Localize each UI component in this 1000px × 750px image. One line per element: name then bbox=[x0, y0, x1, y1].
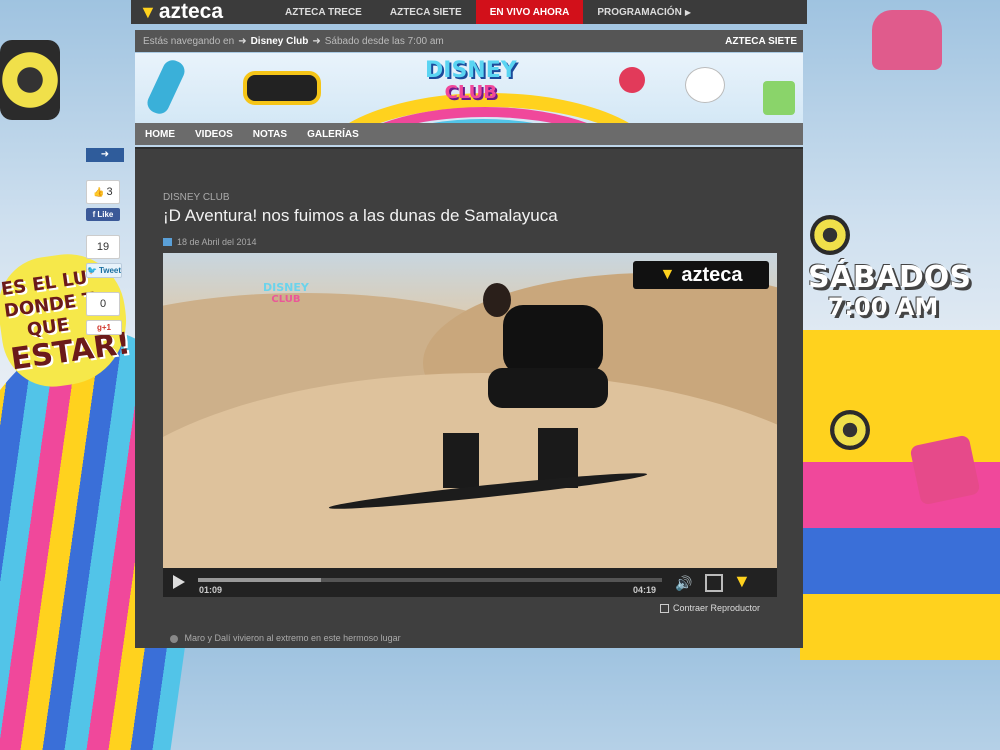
arrow-right-icon: ➜ bbox=[238, 35, 247, 47]
promo-text: 7:00 AM bbox=[827, 293, 939, 321]
speaker-icon bbox=[810, 215, 850, 255]
breadcrumb-section-link[interactable]: Disney Club bbox=[251, 36, 309, 47]
button-label: +1 bbox=[101, 323, 111, 332]
breadcrumb: Estás navegando en ➜ Disney Club ➜ Sábad… bbox=[135, 30, 803, 52]
facebook-like-button[interactable]: f Like bbox=[86, 208, 120, 221]
section-navigation: HOME VIDEOS NOTAS GALERÍAS bbox=[135, 123, 803, 145]
topnav-label: PROGRAMACIÓN bbox=[597, 6, 682, 18]
progress-fill bbox=[198, 578, 322, 582]
rider-boot bbox=[443, 433, 479, 488]
topnav-en-vivo[interactable]: EN VIVO AHORA bbox=[475, 0, 584, 24]
topnav-label: EN VIVO AHORA bbox=[489, 6, 570, 18]
watermark-text: CLUB bbox=[271, 294, 301, 305]
nav-notas[interactable]: NOTAS bbox=[243, 129, 297, 140]
radio-icon bbox=[909, 434, 981, 506]
disney-club-watermark: DISNEY CLUB bbox=[263, 281, 309, 305]
facebook-count: 👍 3 bbox=[86, 180, 120, 204]
duration: 04:19 bbox=[633, 585, 657, 595]
topnav-programacion[interactable]: PROGRAMACIÓN ▶ bbox=[583, 0, 705, 24]
twitter-count: 19 bbox=[86, 235, 120, 259]
video-frame[interactable]: ▼ azteca DISNEY CLUB bbox=[163, 253, 777, 568]
promo-text: SÁBADOS bbox=[808, 260, 971, 295]
thumbs-up-icon: 👍 bbox=[93, 186, 105, 197]
logo-text: CLUB bbox=[444, 82, 498, 103]
show-banner[interactable]: DISNEY CLUB bbox=[135, 53, 803, 123]
tweet-button[interactable]: 🐦 Tweet bbox=[86, 263, 122, 278]
google-plus-button[interactable]: g +1 bbox=[86, 320, 122, 335]
caption-text: Maro y Dalí vivieron al extremo en este … bbox=[184, 633, 401, 643]
twitter-share: 19 🐦 Tweet bbox=[86, 235, 122, 278]
roller-skate-icon bbox=[872, 10, 942, 70]
topnav-label: AZTECA TRECE bbox=[285, 6, 362, 18]
info-icon bbox=[170, 634, 178, 643]
caret-right-icon: ▶ bbox=[684, 7, 691, 17]
video-caption: Maro y Dalí vivieron al extremo en este … bbox=[170, 633, 401, 643]
sunglasses-icon bbox=[243, 71, 321, 105]
play-button[interactable] bbox=[173, 575, 185, 589]
azteca-logo-icon: ▼ bbox=[659, 266, 676, 283]
current-time: 01:09 bbox=[199, 585, 223, 595]
checkbox-icon bbox=[660, 603, 669, 613]
topnav-label: AZTECA SIETE bbox=[389, 6, 462, 18]
watermark-text: azteca bbox=[681, 263, 743, 286]
share-toggle-button[interactable]: ➜ bbox=[86, 148, 124, 162]
volume-icon[interactable]: 🔊 bbox=[675, 575, 695, 591]
logo-text: DISNEY bbox=[425, 58, 517, 83]
count-value: 3 bbox=[106, 186, 113, 198]
logo-text: azteca bbox=[158, 0, 224, 23]
promo-schedule-right: SÁBADOS 7:00 AM bbox=[808, 260, 971, 321]
collapse-player-button[interactable]: Contraer Reproductor bbox=[660, 603, 760, 613]
progress-bar[interactable] bbox=[198, 578, 662, 582]
arrow-right-icon: ➜ bbox=[312, 35, 321, 47]
glove-icon bbox=[685, 67, 725, 103]
background-rainbow-right bbox=[800, 330, 1000, 660]
arrow-right-icon: ➜ bbox=[100, 149, 110, 160]
speaker-icon bbox=[0, 40, 60, 120]
share-column: ➜ 👍 3 f Like 19 🐦 Tweet 0 g +1 bbox=[86, 148, 132, 335]
article-header: DISNEY CLUB ¡D Aventura! nos fuimos a la… bbox=[163, 192, 778, 247]
watermark-text: DISNEY bbox=[263, 281, 309, 294]
google-count: 0 bbox=[86, 292, 120, 316]
rider-torso bbox=[503, 305, 603, 375]
fullscreen-icon[interactable] bbox=[705, 574, 723, 592]
channel-link[interactable]: AZTECA SIETE bbox=[725, 36, 797, 47]
nav-videos[interactable]: VIDEOS bbox=[185, 129, 243, 140]
facebook-icon: f bbox=[92, 210, 96, 219]
article-kicker[interactable]: DISNEY CLUB bbox=[163, 192, 778, 203]
topnav-azteca-trece[interactable]: AZTECA TRECE bbox=[271, 0, 376, 24]
article-title: ¡D Aventura! nos fuimos a las dunas de S… bbox=[163, 206, 558, 225]
date-text: 18 de Abril del 2014 bbox=[177, 237, 257, 248]
top-navigation-bar: ▼ azteca AZTECA TRECE AZTECA SIETE EN VI… bbox=[131, 0, 807, 24]
video-player[interactable]: ▼ azteca DISNEY CLUB 01:09 04:19 🔊 ▼ bbox=[163, 253, 777, 597]
button-label: Like bbox=[97, 210, 114, 219]
button-label: Tweet bbox=[98, 266, 122, 275]
calendar-icon bbox=[163, 238, 172, 247]
ornament-icon bbox=[619, 67, 645, 93]
topnav-azteca-siete[interactable]: AZTECA SIETE bbox=[376, 0, 476, 24]
azteca-logo[interactable]: ▼ azteca bbox=[131, 0, 271, 24]
breadcrumb-schedule: Sábado desde las 7:00 am bbox=[324, 35, 444, 47]
speaker-icon bbox=[830, 410, 870, 450]
guitar-icon bbox=[144, 56, 188, 118]
azteca-logo-icon: ▼ bbox=[139, 1, 157, 22]
twitter-icon: 🐦 bbox=[86, 266, 97, 275]
breadcrumb-prefix: Estás navegando en bbox=[143, 35, 235, 47]
player-controls: 01:09 04:19 🔊 ▼ bbox=[163, 568, 777, 597]
promo-text: ESTAR! bbox=[8, 326, 133, 378]
rider-shorts bbox=[488, 368, 608, 408]
nav-home[interactable]: HOME bbox=[135, 129, 185, 140]
collapse-label: Contraer Reproductor bbox=[673, 603, 761, 613]
azteca-logo-icon[interactable]: ▼ bbox=[733, 571, 751, 592]
nav-galerias[interactable]: GALERÍAS bbox=[297, 129, 369, 140]
azteca-watermark: ▼ azteca bbox=[633, 261, 769, 289]
disney-club-logo: DISNEY CLUB bbox=[425, 59, 517, 103]
google-share: 0 g +1 bbox=[86, 292, 122, 335]
article-date: 18 de Abril del 2014 bbox=[163, 237, 778, 247]
gift-icon bbox=[763, 81, 795, 115]
facebook-share: 👍 3 f Like bbox=[86, 180, 120, 221]
